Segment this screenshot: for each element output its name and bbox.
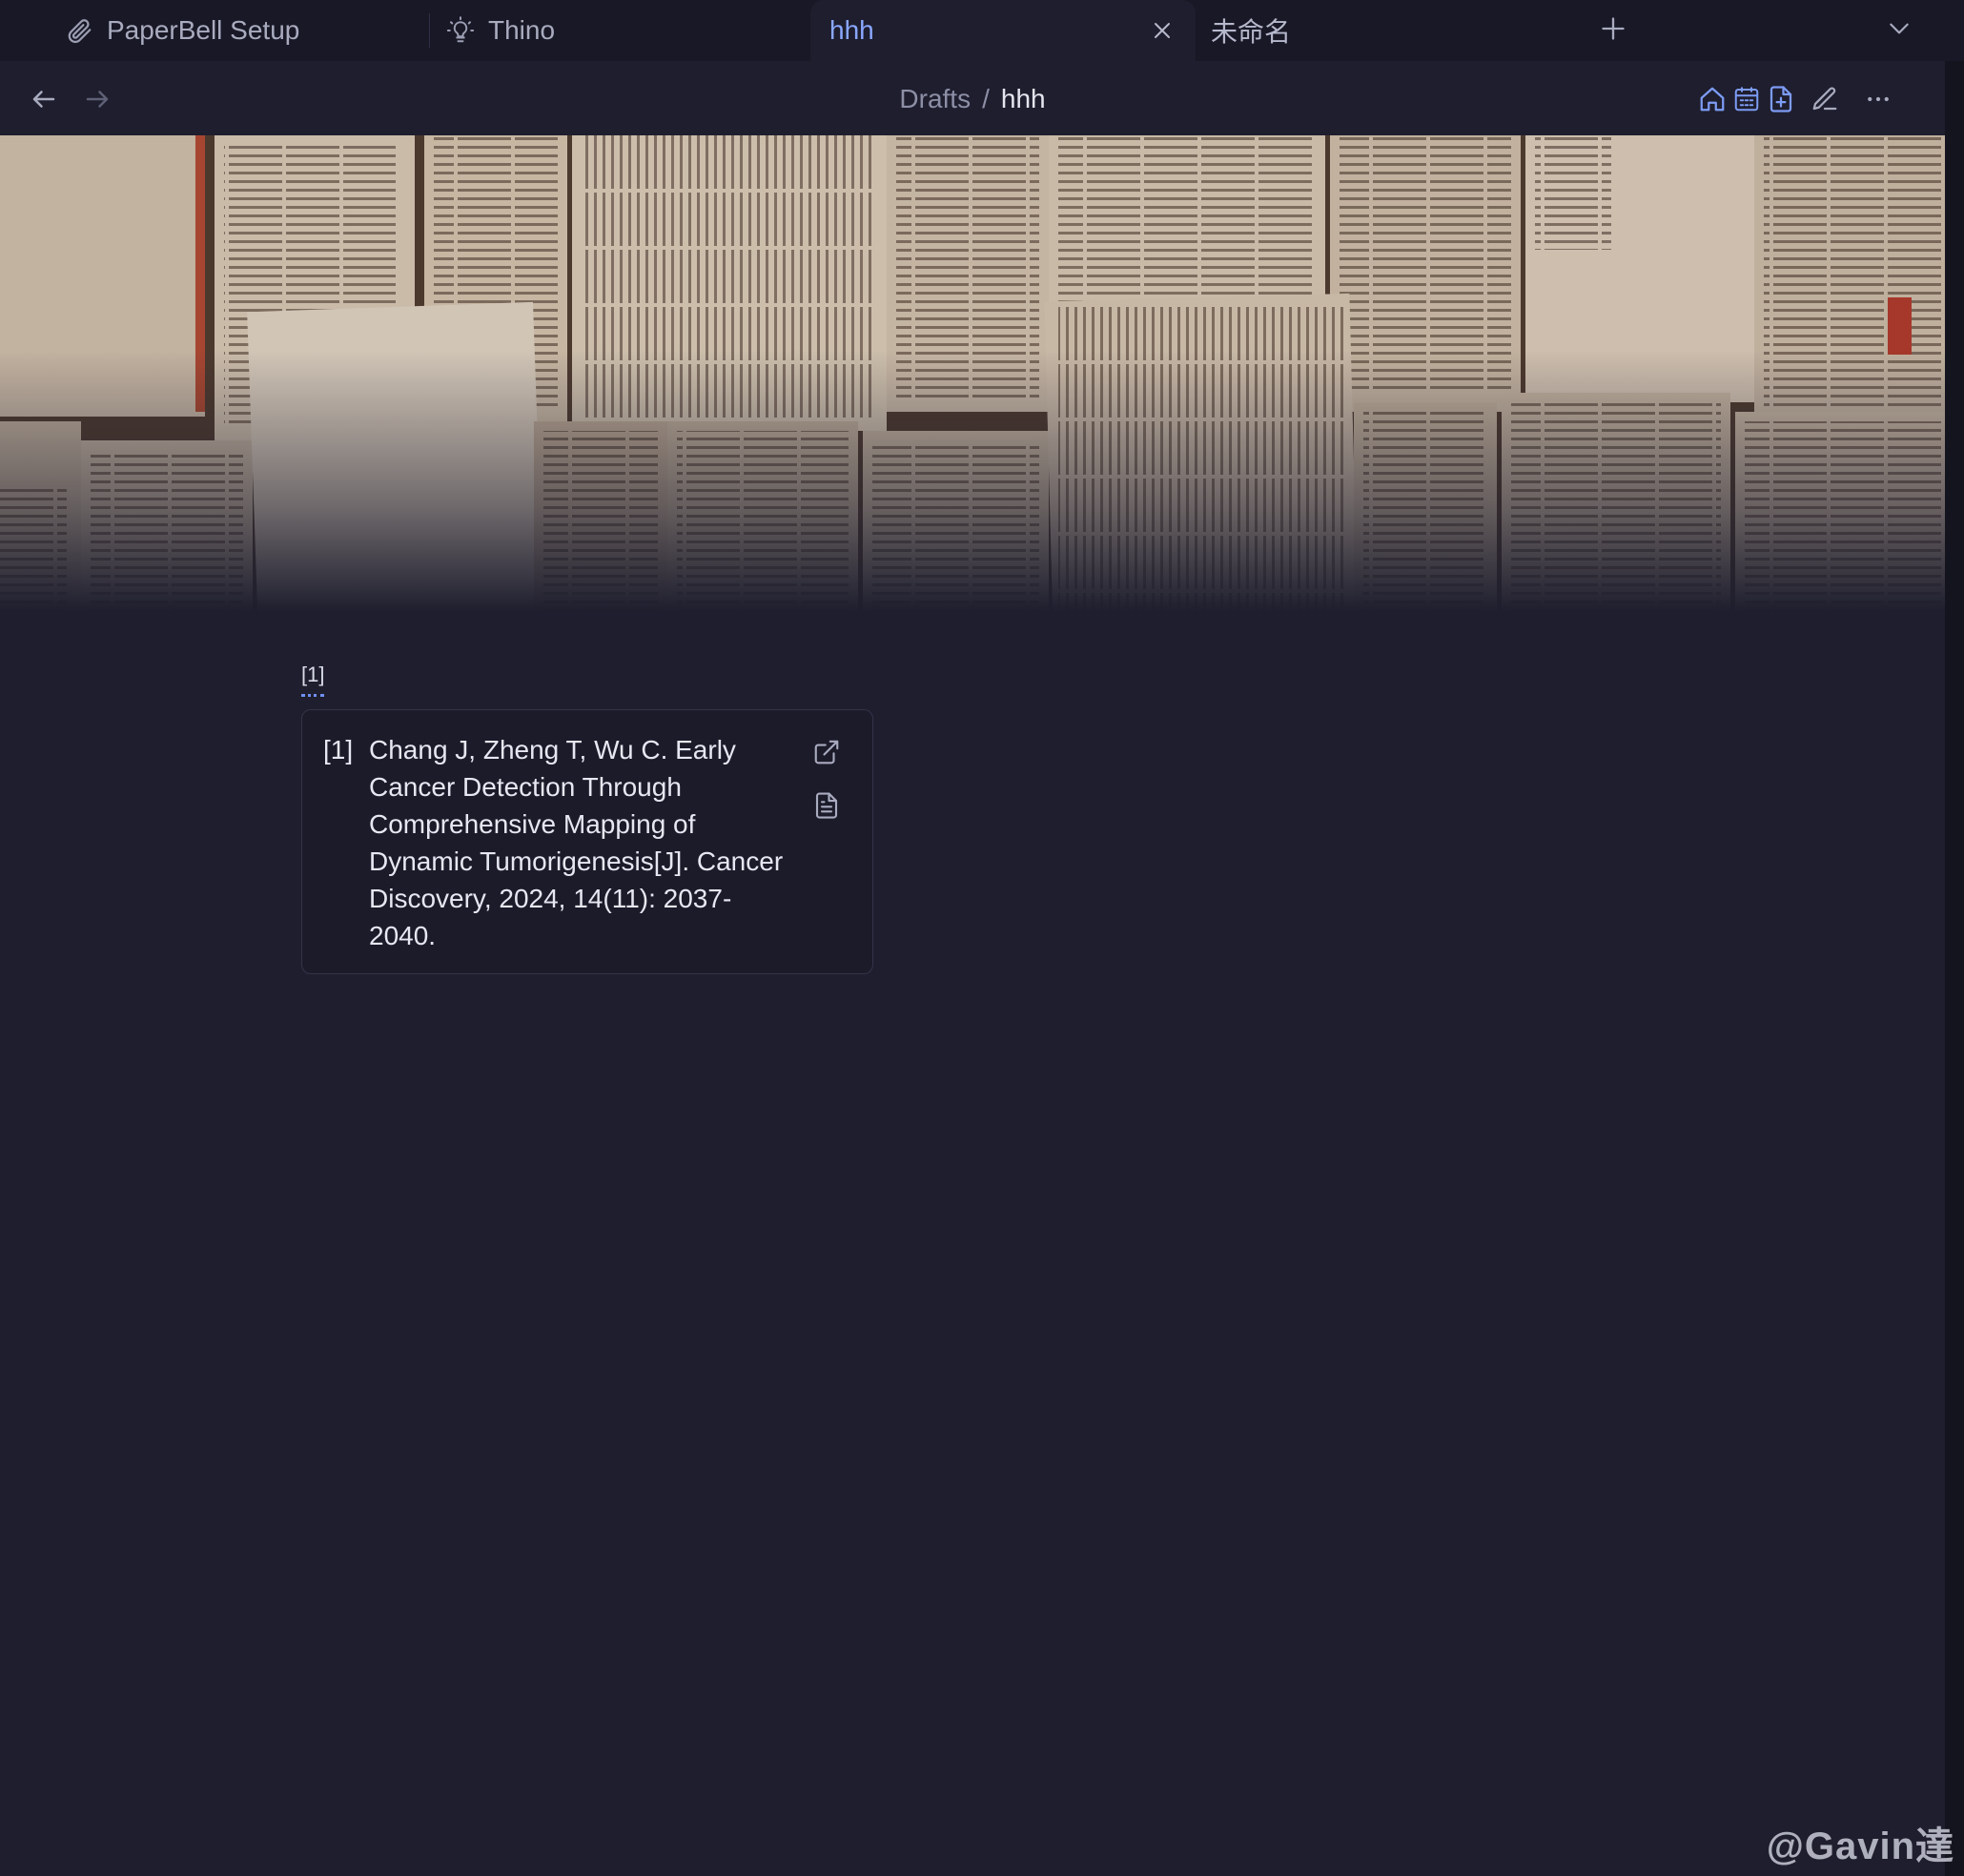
calendar-icon[interactable] <box>1731 78 1762 120</box>
lightbulb-icon <box>446 16 475 45</box>
tab-label: 未命名 <box>1211 17 1292 47</box>
tab-label: hhh <box>829 15 874 45</box>
tab-thino[interactable]: Thino <box>446 0 555 61</box>
tab-hhh[interactable]: hhh <box>810 0 1196 61</box>
document-icon[interactable] <box>808 786 846 825</box>
citation-reference-link[interactable]: [1] <box>301 662 325 697</box>
tab-label: PaperBell Setup <box>107 15 300 45</box>
tab-paperbell-setup[interactable]: PaperBell Setup <box>65 0 299 61</box>
view-header: Drafts / hhh <box>0 61 1945 135</box>
home-icon[interactable] <box>1697 78 1728 120</box>
chevron-down-icon[interactable] <box>1880 10 1918 48</box>
tab-label: Thino <box>488 15 556 45</box>
close-tab-icon[interactable] <box>1148 16 1176 45</box>
watermark: @Gavin達 <box>1766 1825 1954 1867</box>
scrollbar-track[interactable] <box>1945 61 1964 1876</box>
banner-fade <box>0 135 1945 612</box>
tab-untitled[interactable]: 未命名 <box>1211 0 1291 61</box>
breadcrumb-separator: / <box>982 84 990 113</box>
tab-divider <box>429 13 430 48</box>
new-file-icon[interactable] <box>1766 78 1796 120</box>
new-tab-plus-icon[interactable] <box>1594 10 1632 48</box>
citation-text: Chang J, Zheng T, Wu C. Early Cancer Det… <box>369 735 784 950</box>
breadcrumb-folder[interactable]: Drafts <box>899 84 971 113</box>
tab-bar: PaperBell Setup Thino hhh 未命名 <box>0 0 1964 61</box>
breadcrumb: Drafts / hhh <box>0 80 1945 118</box>
breadcrumb-current[interactable]: hhh <box>1001 84 1046 113</box>
header-actions <box>1697 78 1903 120</box>
note-content: [1] [1] Chang J, Zheng T, Wu C. Early Ca… <box>0 612 1945 1876</box>
more-options-icon[interactable] <box>1853 78 1903 120</box>
paperclip-icon <box>65 16 93 45</box>
citation-number: [1] <box>323 735 354 765</box>
banner-image <box>0 135 1945 612</box>
edit-icon[interactable] <box>1800 78 1850 120</box>
external-link-icon[interactable] <box>808 733 846 771</box>
citation-popover: [1] Chang J, Zheng T, Wu C. Early Cancer… <box>301 709 873 974</box>
